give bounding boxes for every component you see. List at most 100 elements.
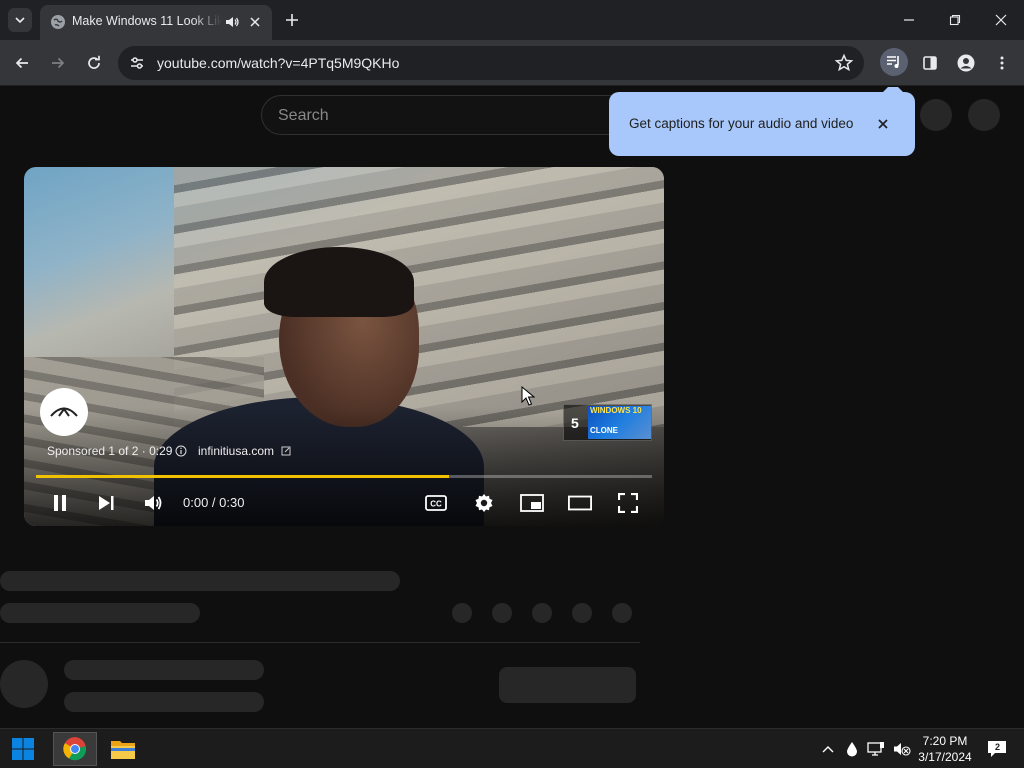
advertiser-logo[interactable]: [40, 388, 88, 436]
progress-bar[interactable]: [36, 475, 652, 478]
browser-toolbar: youtube.com/watch?v=4PTq5M9QKHo: [0, 40, 1024, 86]
droplet-icon: [847, 742, 857, 757]
forward-button[interactable]: [46, 51, 70, 75]
tab-close-button[interactable]: [246, 13, 264, 31]
skeleton-action: [612, 603, 632, 623]
volume-status[interactable]: [893, 740, 911, 758]
youtube-page: Search Sponsored 1 of 2 · 0:29 infinitiu…: [0, 87, 1024, 728]
reload-button[interactable]: [82, 51, 106, 75]
skip-next-icon: [99, 496, 114, 510]
network-icon: [867, 742, 884, 756]
clock-date[interactable]: 3/17/2024: [912, 750, 978, 764]
skeleton-subtitle: [0, 603, 200, 623]
network-status[interactable]: [867, 740, 885, 758]
settings-button[interactable]: [472, 491, 496, 515]
divider: [0, 642, 640, 643]
close-window-button[interactable]: [989, 8, 1013, 32]
clock-time[interactable]: 7:20 PM: [912, 734, 978, 748]
playlist-music-icon: [887, 56, 899, 68]
tray-app-icon[interactable]: [843, 740, 861, 758]
skeleton-channel-name: [64, 660, 264, 680]
side-panel-icon: [923, 56, 937, 70]
skeleton-action: [572, 603, 592, 623]
media-controls-button[interactable]: [880, 48, 908, 76]
notification-count: 2: [995, 742, 1001, 752]
video-player[interactable]: Sponsored 1 of 2 · 0:29 infinitiusa.com …: [24, 167, 664, 526]
fullscreen-icon: [618, 493, 638, 513]
chrome-icon: [63, 737, 87, 761]
volume-icon: [145, 496, 162, 510]
info-icon[interactable]: [175, 445, 187, 457]
profile-button[interactable]: [954, 51, 978, 75]
skeleton-channel-avatar: [0, 660, 48, 708]
ad-sponsored-label: Sponsored 1 of 2 · 0:29: [47, 444, 173, 458]
gear-icon: [475, 494, 493, 512]
captions-promo-close-button[interactable]: [873, 114, 893, 134]
miniplayer-icon: [520, 494, 544, 512]
globe-icon: [51, 15, 65, 29]
ad-domain-link[interactable]: infinitiusa.com: [198, 444, 274, 458]
skeleton-channel-subs: [64, 692, 264, 712]
skeleton-title: [0, 571, 400, 591]
search-input[interactable]: Search: [261, 95, 661, 135]
infiniti-logo-icon: [50, 407, 78, 417]
next-button[interactable]: [94, 491, 118, 515]
url-text[interactable]: youtube.com/watch?v=4PTq5M9QKHo: [157, 55, 399, 71]
fullscreen-button[interactable]: [616, 491, 640, 515]
notification-center-button[interactable]: 2: [986, 738, 1008, 760]
volume-button[interactable]: [141, 491, 165, 515]
thumbnail-text-bottom: CLONE: [590, 426, 618, 435]
pause-icon: [54, 495, 66, 511]
theater-mode-button[interactable]: [568, 491, 592, 515]
time-display: 0:00 / 0:30: [183, 495, 245, 510]
minimize-icon: [904, 19, 914, 21]
live-caption-promo: Get captions for your audio and video: [609, 87, 915, 156]
address-bar[interactable]: youtube.com/watch?v=4PTq5M9QKHo: [118, 46, 864, 80]
back-button[interactable]: [10, 51, 34, 75]
arrow-right-icon: [52, 57, 65, 69]
person-icon: [957, 54, 975, 72]
search-placeholder: Search: [278, 107, 329, 124]
skeleton-subscribe-button: [499, 667, 636, 703]
folder-icon: [111, 741, 135, 759]
skip-ad-countdown[interactable]: 5 WINDOWS 10 CLONE: [563, 404, 652, 441]
reload-icon: [88, 55, 100, 69]
external-link-icon: [281, 446, 291, 456]
tab-search-button[interactable]: [8, 8, 32, 32]
chevron-down-icon: [15, 17, 25, 24]
skip-countdown-number: 5: [571, 415, 579, 431]
star-icon[interactable]: [834, 53, 854, 73]
side-panel-button[interactable]: [918, 51, 942, 75]
tune-icon: [131, 57, 143, 69]
captions-button[interactable]: CC: [424, 491, 448, 515]
pause-button[interactable]: [48, 491, 72, 515]
taskbar-chrome[interactable]: [53, 732, 97, 766]
site-info-button[interactable]: [126, 52, 148, 74]
tab-strip: Make Windows 11 Look Like: [0, 0, 1024, 40]
windows-logo-icon: [12, 738, 34, 760]
new-tab-button[interactable]: [282, 10, 302, 30]
avatar[interactable]: [968, 99, 1000, 131]
chevron-up-icon: [822, 746, 834, 753]
more-vert-icon: [1000, 56, 1004, 70]
thumbnail-text-top: WINDOWS 10: [590, 406, 642, 415]
restore-icon: [949, 14, 961, 26]
notifications-placeholder[interactable]: [920, 99, 952, 131]
speaker-icon[interactable]: [224, 14, 240, 30]
taskbar: 7:20 PM 3/17/2024 2: [0, 728, 1024, 768]
skeleton-action: [532, 603, 552, 623]
start-button[interactable]: [1, 732, 45, 766]
miniplayer-button[interactable]: [520, 491, 544, 515]
video-frame-person-hair: [264, 247, 414, 317]
taskbar-file-explorer[interactable]: [101, 732, 145, 766]
theater-mode-icon: [568, 495, 592, 511]
restore-button[interactable]: [943, 8, 967, 32]
browser-tab[interactable]: Make Windows 11 Look Like: [40, 5, 272, 40]
close-icon: [250, 17, 260, 27]
next-video-thumbnail: WINDOWS 10 CLONE: [588, 406, 651, 439]
arrow-left-icon: [15, 57, 28, 69]
show-hidden-icons-button[interactable]: [819, 740, 837, 758]
menu-button[interactable]: [990, 51, 1014, 75]
mouse-cursor-icon: [521, 386, 535, 406]
minimize-button[interactable]: [897, 8, 921, 32]
